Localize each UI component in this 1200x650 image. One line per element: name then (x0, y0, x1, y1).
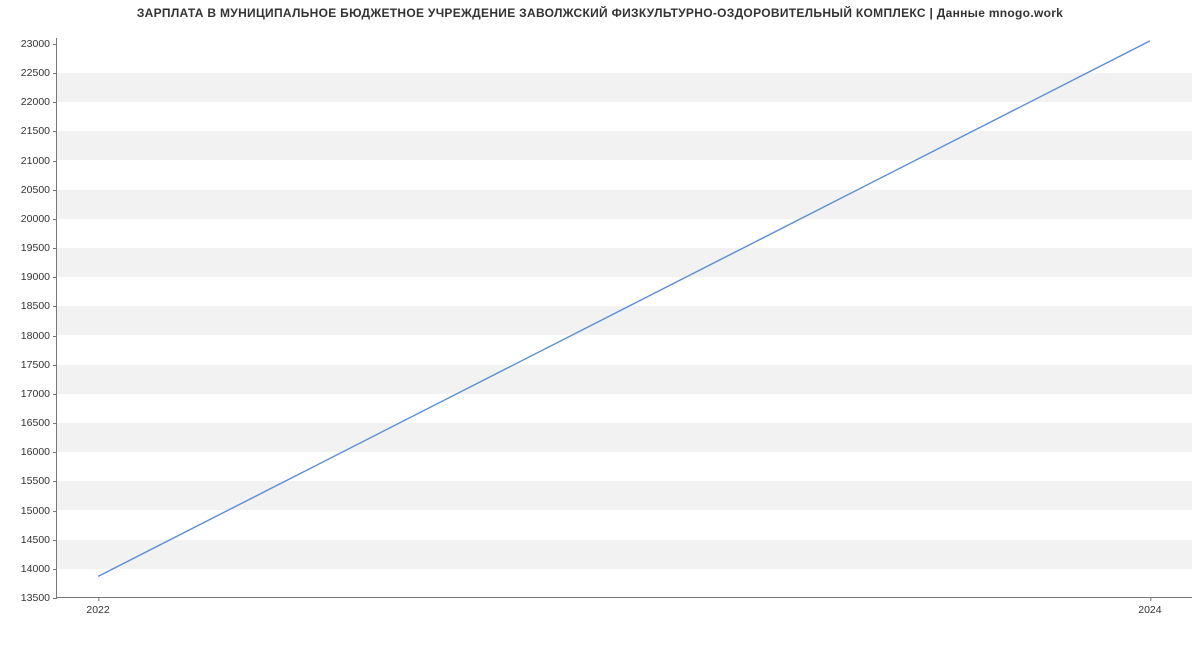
y-tick-label: 20000 (21, 213, 56, 225)
y-tick-label: 19000 (21, 271, 56, 283)
y-tick-label: 19500 (21, 242, 56, 254)
y-tick-label: 23000 (21, 38, 56, 50)
y-tick-label: 16500 (21, 417, 56, 429)
y-tick-label: 22500 (21, 67, 56, 79)
y-tick-label: 15500 (21, 475, 56, 487)
y-tick-label: 16000 (21, 446, 56, 458)
x-tick-label: 2022 (86, 598, 109, 616)
line-series (56, 38, 1192, 598)
series-line (98, 41, 1150, 577)
y-tick-label: 20500 (21, 184, 56, 196)
x-tick-label: 2024 (1138, 598, 1161, 616)
y-tick-label: 14500 (21, 534, 56, 546)
y-tick-label: 21000 (21, 155, 56, 167)
y-tick-label: 22000 (21, 96, 56, 108)
y-tick-label: 18500 (21, 300, 56, 312)
plot-area: 1350014000145001500015500160001650017000… (56, 38, 1192, 598)
y-tick-label: 15000 (21, 505, 56, 517)
y-tick-label: 13500 (21, 592, 56, 604)
y-tick-label: 21500 (21, 125, 56, 137)
y-tick-label: 17500 (21, 359, 56, 371)
chart-title: ЗАРПЛАТА В МУНИЦИПАЛЬНОЕ БЮДЖЕТНОЕ УЧРЕЖ… (0, 6, 1200, 20)
salary-line-chart: ЗАРПЛАТА В МУНИЦИПАЛЬНОЕ БЮДЖЕТНОЕ УЧРЕЖ… (0, 0, 1200, 630)
y-tick-label: 14000 (21, 563, 56, 575)
y-tick-label: 17000 (21, 388, 56, 400)
y-tick-label: 18000 (21, 330, 56, 342)
